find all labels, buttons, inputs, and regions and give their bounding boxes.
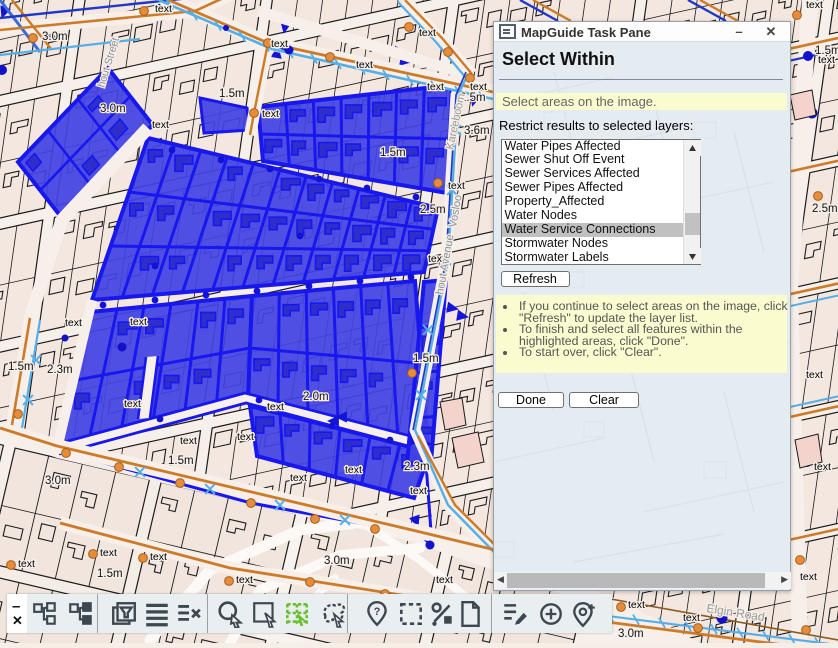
svg-text:text: text — [65, 317, 82, 329]
svg-text:text: text — [18, 558, 35, 570]
svg-text:3.0m: 3.0m — [324, 555, 350, 567]
svg-text:text: text — [271, 38, 288, 50]
svg-text:text: text — [180, 435, 197, 447]
svg-text:text: text — [150, 551, 167, 563]
svg-text:1.5m: 1.5m — [815, 45, 838, 57]
svg-text:3.0m: 3.0m — [42, 31, 68, 43]
svg-text:text: text — [427, 81, 444, 93]
svg-text:3.6m: 3.6m — [464, 125, 490, 137]
svg-text:text: text — [236, 574, 253, 586]
svg-text:3.0m: 3.0m — [618, 628, 644, 640]
svg-text:1.5m: 1.5m — [380, 147, 406, 159]
svg-text:3.0m: 3.0m — [45, 475, 71, 487]
svg-text:text: text — [237, 431, 254, 443]
svg-text:1.5m: 1.5m — [413, 353, 439, 365]
svg-text:text: text — [806, 369, 823, 381]
svg-text:2.3m: 2.3m — [404, 461, 430, 473]
svg-text:1.5m: 1.5m — [168, 455, 194, 467]
svg-text:2.3m: 2.3m — [47, 364, 73, 376]
svg-text:text: text — [155, 3, 172, 15]
svg-text:3.0m: 3.0m — [100, 103, 126, 115]
svg-text:text: text — [152, 119, 169, 131]
svg-text:text: text — [356, 59, 373, 71]
svg-text:text: text — [290, 472, 307, 484]
svg-text:text: text — [448, 180, 465, 192]
svg-text:text: text — [419, 27, 436, 39]
svg-text:1.5m: 1.5m — [8, 361, 34, 373]
svg-text:text: text — [100, 547, 117, 559]
svg-text:text: text — [436, 574, 453, 586]
svg-text:text: text — [814, 461, 831, 473]
svg-text:text: text — [130, 316, 147, 328]
svg-text:1.5m: 1.5m — [97, 568, 123, 580]
svg-text:text: text — [628, 599, 645, 611]
svg-text:text: text — [410, 485, 427, 497]
svg-text:text: text — [806, 0, 823, 11]
svg-text:text: text — [267, 401, 284, 413]
svg-text:2.5m: 2.5m — [420, 204, 446, 216]
svg-text:2.0m: 2.0m — [303, 391, 329, 403]
svg-text:text: text — [262, 108, 279, 120]
svg-text:text: text — [124, 398, 141, 410]
svg-text:text: text — [345, 464, 362, 476]
svg-text:text: text — [800, 571, 817, 583]
svg-text:text: text — [683, 612, 700, 624]
svg-text:2.5m: 2.5m — [812, 203, 838, 215]
svg-text:1.5m: 1.5m — [219, 88, 245, 100]
svg-text:?: ? — [374, 606, 381, 618]
